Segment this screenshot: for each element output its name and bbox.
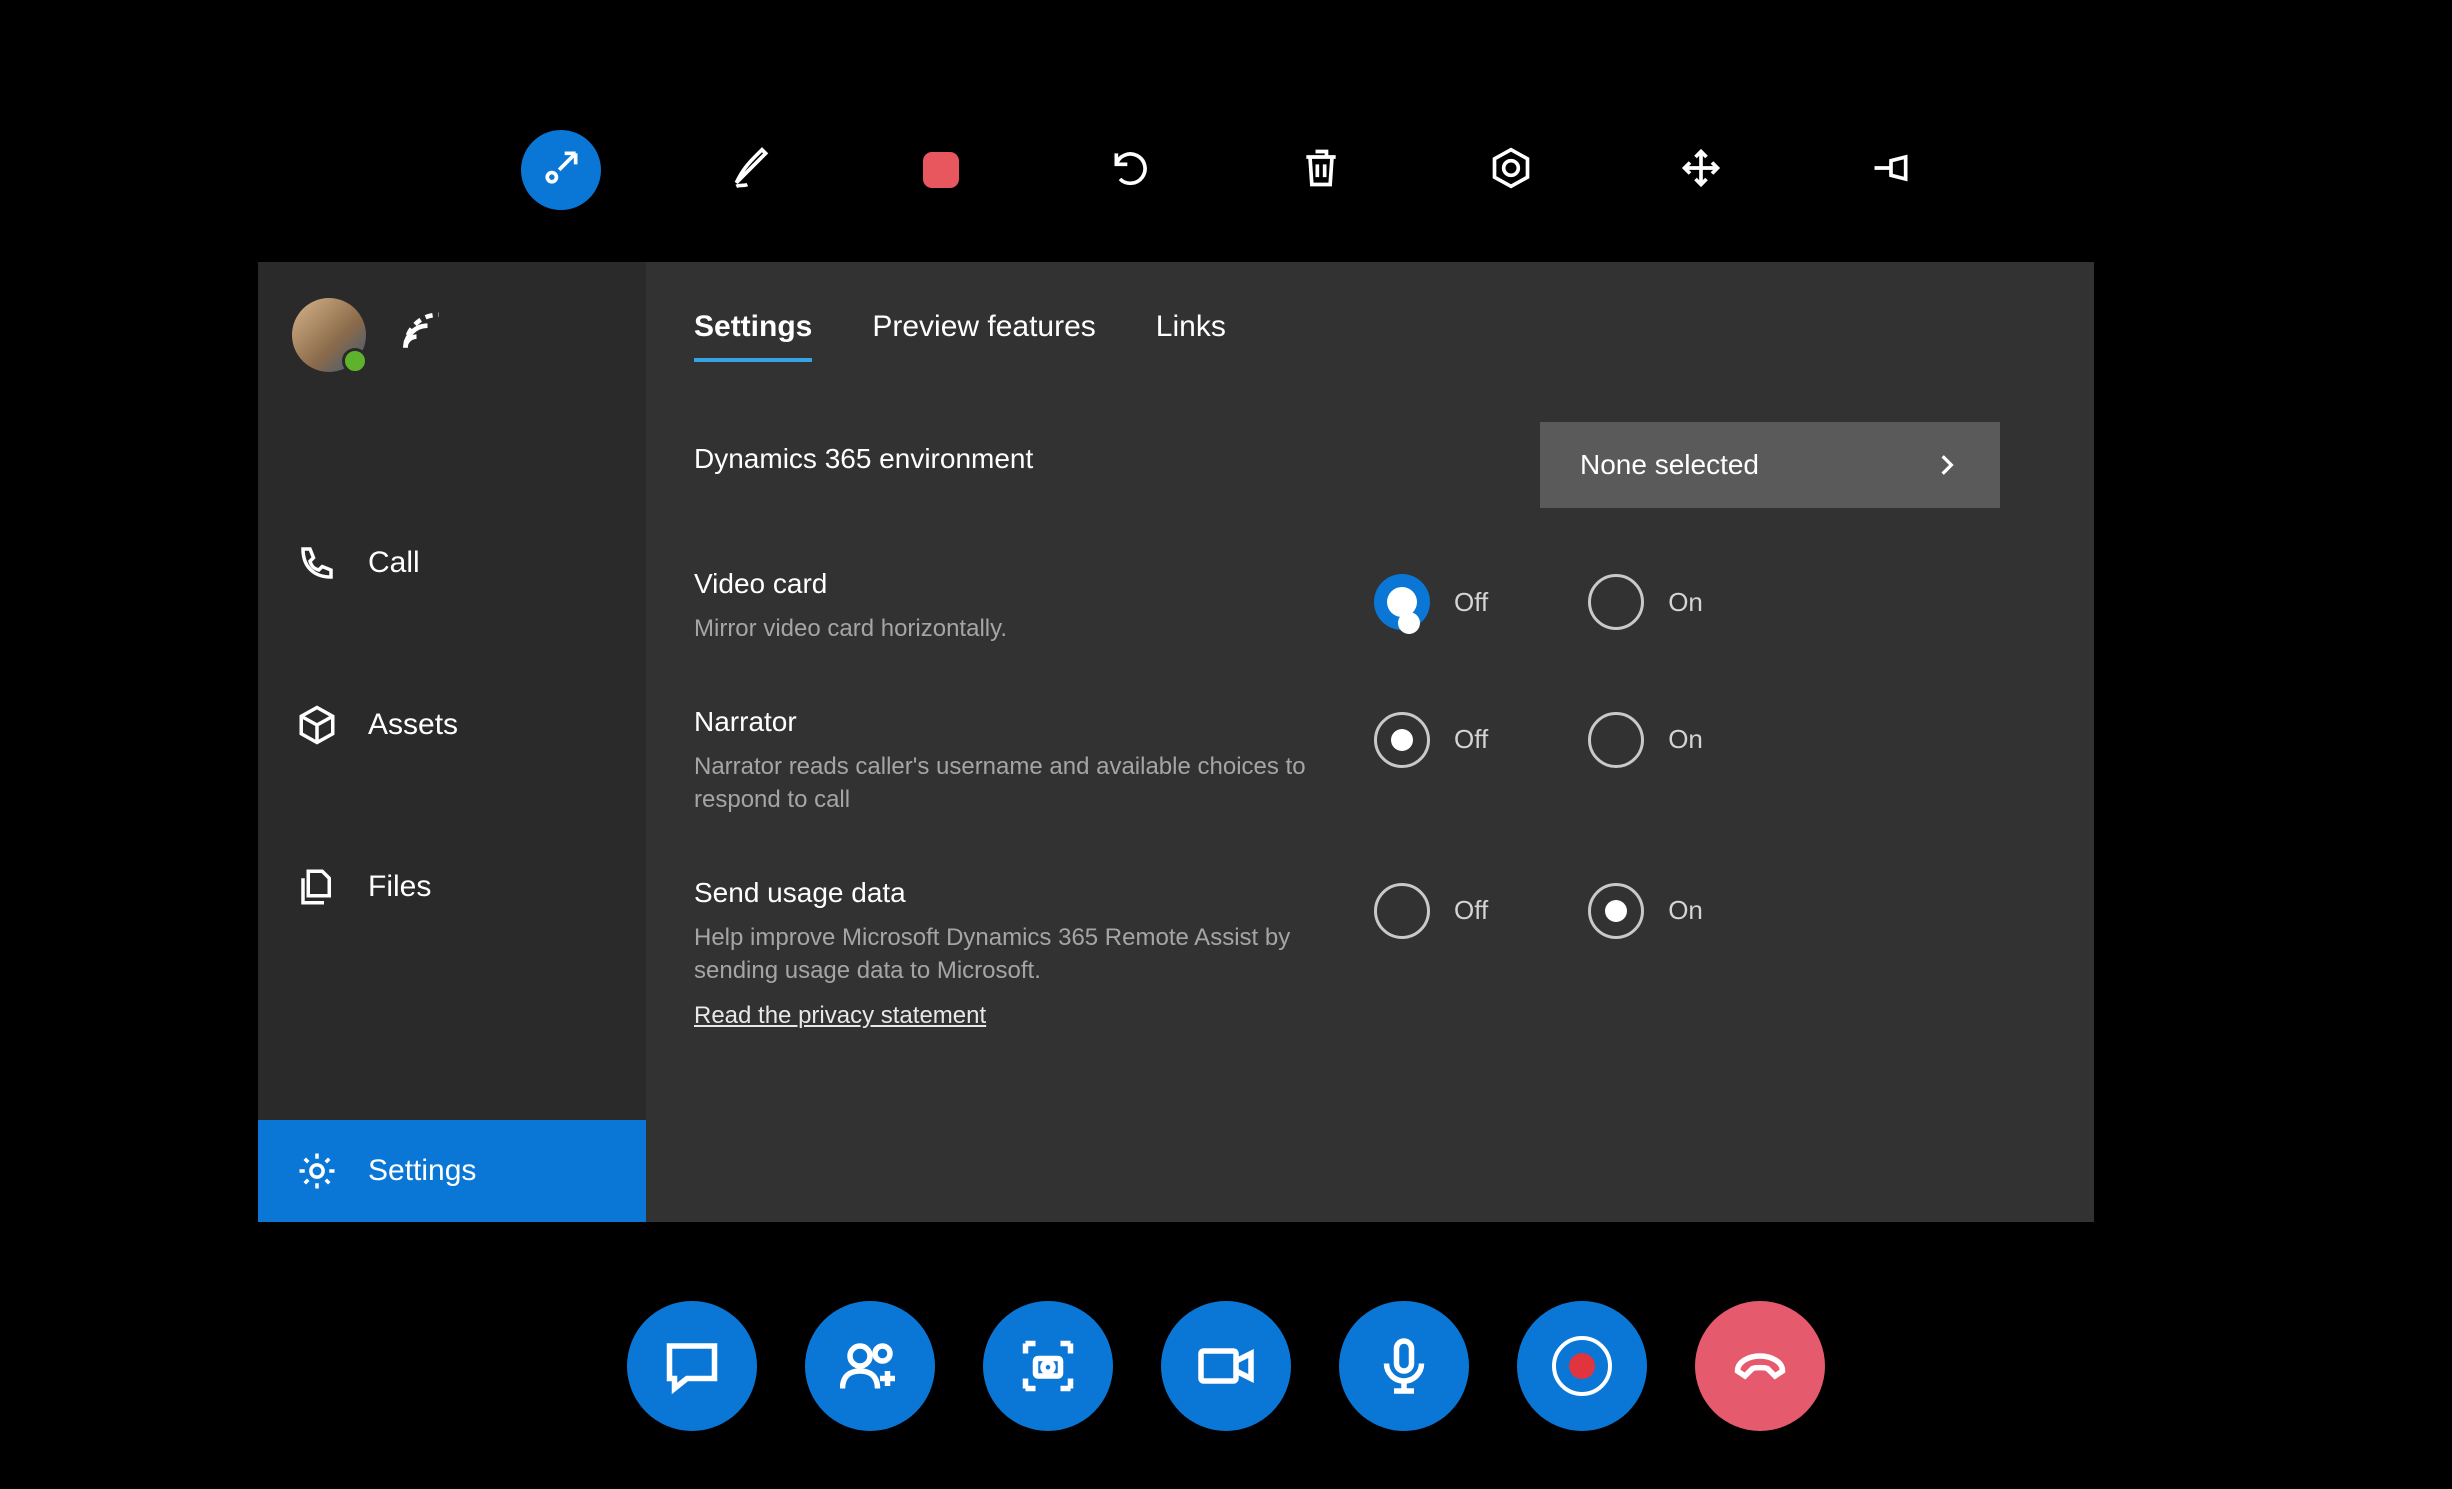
sidebar-item-files[interactable]: Files: [258, 836, 646, 938]
sidebar-item-label: Assets: [368, 710, 458, 740]
section-video-card: Video card Mirror video card horizontall…: [694, 568, 2084, 646]
radio-unselected-icon: [1588, 574, 1644, 630]
sidebar-item-settings[interactable]: Settings: [258, 1120, 646, 1222]
undo-icon: [1109, 146, 1153, 195]
stop-button[interactable]: [901, 130, 981, 210]
end-call-button[interactable]: [1695, 1301, 1825, 1431]
video-title: Video card: [694, 568, 1334, 600]
sidebar: Call Assets Files Settings: [258, 262, 646, 1222]
radio-unselected-icon: [1588, 712, 1644, 768]
delete-button[interactable]: [1281, 130, 1361, 210]
pin-icon: [1869, 146, 1913, 195]
radio-label: Off: [1454, 895, 1488, 926]
main-panel: Call Assets Files Settings Settings Prev…: [258, 262, 2094, 1222]
ink-button[interactable]: [711, 130, 791, 210]
narrator-on-radio[interactable]: On: [1588, 712, 1703, 768]
profile-row: [258, 262, 646, 382]
video-on-radio[interactable]: On: [1588, 574, 1703, 630]
environment-title: Dynamics 365 environment: [694, 443, 1334, 475]
end-call-icon: [1730, 1336, 1790, 1396]
environment-value: None selected: [1580, 449, 1759, 481]
sidebar-item-label: Files: [368, 872, 431, 902]
top-toolbar: [521, 130, 1931, 210]
narrator-off-radio[interactable]: Off: [1374, 712, 1488, 768]
video-icon: [1196, 1336, 1256, 1396]
narrator-radios: Off On: [1374, 712, 1703, 768]
privacy-link[interactable]: Read the privacy statement: [694, 1002, 986, 1030]
collapse-button[interactable]: [521, 130, 601, 210]
usage-desc: Help improve Microsoft Dynamics 365 Remo…: [694, 921, 1334, 988]
radio-selected-icon: [1374, 574, 1430, 630]
radio-selected-icon: [1374, 712, 1430, 768]
presence-available-icon: [342, 348, 368, 374]
gear-icon: [296, 1150, 338, 1192]
mic-button[interactable]: [1339, 1301, 1469, 1431]
tab-links[interactable]: Links: [1156, 310, 1226, 362]
call-bar: [627, 1301, 1825, 1431]
camera-capture-icon: [1018, 1336, 1078, 1396]
video-off-radio[interactable]: Off: [1374, 574, 1488, 630]
mic-icon: [1374, 1336, 1434, 1396]
radio-selected-icon: [1588, 883, 1644, 939]
add-people-button[interactable]: [805, 1301, 935, 1431]
narrator-desc: Narrator reads caller's username and ava…: [694, 750, 1334, 817]
tabs: Settings Preview features Links: [694, 310, 2084, 362]
phone-icon: [296, 542, 338, 584]
avatar[interactable]: [292, 298, 366, 372]
radio-unselected-icon: [1374, 883, 1430, 939]
sidebar-item-label: Settings: [368, 1156, 476, 1186]
chevron-right-icon: [1934, 452, 1960, 478]
chat-button[interactable]: [627, 1301, 757, 1431]
stop-icon: [923, 152, 959, 188]
move-button[interactable]: [1661, 130, 1741, 210]
video-radios: Off On: [1374, 574, 1703, 630]
ink-pen-icon: [729, 146, 773, 195]
add-people-icon: [840, 1336, 900, 1396]
video-desc: Mirror video card horizontally.: [694, 612, 1334, 646]
package-icon: [296, 704, 338, 746]
settings-content: Settings Preview features Links Dynamics…: [646, 262, 2094, 1222]
files-icon: [296, 866, 338, 908]
radio-label: On: [1668, 587, 1703, 618]
sidebar-nav: Call Assets Files: [258, 512, 646, 938]
chat-icon: [662, 1336, 722, 1396]
move-arrows-icon: [1679, 146, 1723, 195]
usage-off-radio[interactable]: Off: [1374, 883, 1488, 939]
collapse-icon: [539, 146, 583, 195]
target-hex-icon: [1489, 146, 1533, 195]
usage-on-radio[interactable]: On: [1588, 883, 1703, 939]
capture-button[interactable]: [983, 1301, 1113, 1431]
radio-label: On: [1668, 895, 1703, 926]
usage-title: Send usage data: [694, 877, 1334, 909]
undo-button[interactable]: [1091, 130, 1171, 210]
usage-radios: Off On: [1374, 883, 1703, 939]
video-button[interactable]: [1161, 1301, 1291, 1431]
narrator-title: Narrator: [694, 706, 1334, 738]
radio-label: Off: [1454, 724, 1488, 755]
pin-button[interactable]: [1851, 130, 1931, 210]
section-usage-data: Send usage data Help improve Microsoft D…: [694, 877, 2084, 1030]
radio-label: Off: [1454, 587, 1488, 618]
record-icon: [1552, 1336, 1612, 1396]
radio-label: On: [1668, 724, 1703, 755]
tab-preview-features[interactable]: Preview features: [872, 310, 1095, 362]
signal-icon: [400, 311, 444, 360]
sidebar-item-call[interactable]: Call: [258, 512, 646, 614]
environment-select[interactable]: None selected: [1540, 422, 2000, 508]
sidebar-item-assets[interactable]: Assets: [258, 674, 646, 776]
trash-icon: [1299, 146, 1343, 195]
section-environment: Dynamics 365 environment None selected: [694, 422, 2084, 508]
tab-settings[interactable]: Settings: [694, 310, 812, 362]
sidebar-item-label: Call: [368, 548, 420, 578]
record-button[interactable]: [1517, 1301, 1647, 1431]
target-button[interactable]: [1471, 130, 1551, 210]
section-narrator: Narrator Narrator reads caller's usernam…: [694, 706, 2084, 817]
